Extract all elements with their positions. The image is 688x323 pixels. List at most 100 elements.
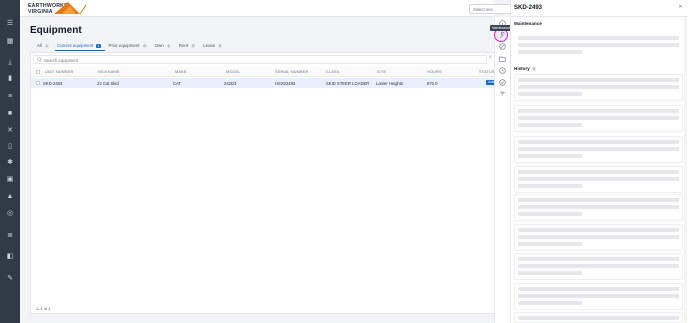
skeleton-line xyxy=(518,109,679,113)
cell-site: Lanier Heights xyxy=(376,81,404,86)
column-header[interactable]: HOURS xyxy=(427,70,442,74)
skeleton-line xyxy=(518,85,679,89)
skeleton-line xyxy=(518,242,582,246)
wrench-nav-icon[interactable]: ✎ xyxy=(6,275,14,282)
search-input[interactable] xyxy=(44,57,244,63)
tab-label: Current equipment xyxy=(57,43,94,48)
download-icon[interactable]: ⤓ xyxy=(6,59,14,66)
document-icon[interactable]: ▯ xyxy=(6,143,14,150)
chart-icon[interactable]: ▮ xyxy=(6,75,14,82)
drawer-scrollbar[interactable] xyxy=(684,17,687,323)
section-label: History xyxy=(514,66,530,71)
calendar-icon[interactable]: ▣ xyxy=(6,176,14,183)
skeleton-line xyxy=(518,116,679,120)
menu-icon[interactable]: ☰ xyxy=(6,20,14,27)
drawer-divider xyxy=(511,16,688,17)
skeleton-line xyxy=(518,170,679,174)
book-icon[interactable]: ◧ xyxy=(6,253,14,260)
check-circle-icon[interactable] xyxy=(499,79,506,86)
tab-count: 1 xyxy=(166,43,171,48)
skeleton-line xyxy=(518,140,679,144)
reports-icon[interactable]: ≣ xyxy=(6,232,14,239)
info-circle-icon[interactable]: ◎ xyxy=(6,210,14,217)
top-header: EARTHWORKS VIRGINIA Select one xyxy=(20,0,515,17)
skeleton-line xyxy=(518,43,679,47)
column-header[interactable]: MAKE xyxy=(175,70,187,74)
tab-rent[interactable]: Rent 0 xyxy=(177,42,201,51)
maintenance-section-title: Maintenance xyxy=(514,21,542,26)
tab-current-equipment[interactable]: Current equipment 1 xyxy=(55,42,107,51)
tab-lease[interactable]: Lease 0 xyxy=(201,42,228,51)
tab-all[interactable]: All 1 xyxy=(35,42,55,51)
tab-label: Rent xyxy=(178,43,189,48)
column-header[interactable]: MODEL xyxy=(226,70,241,74)
skeleton-line xyxy=(518,212,582,216)
skeleton-line xyxy=(518,147,679,151)
select-all-checkbox[interactable] xyxy=(36,70,40,74)
cell-unit-number: SKD-2493 xyxy=(43,81,63,86)
user-icon[interactable]: ▲ xyxy=(6,193,14,200)
search-box[interactable] xyxy=(33,55,487,64)
column-header[interactable]: CLASS xyxy=(326,70,339,74)
history-icon[interactable] xyxy=(499,67,506,74)
column-header[interactable]: SITE xyxy=(377,70,386,74)
skeleton-line xyxy=(518,301,582,305)
column-header[interactable]: UNIT NUMBER xyxy=(45,70,74,74)
company-select[interactable]: Select one xyxy=(469,4,515,14)
equipment-table-card: S UNIT NUMBER NICKNAME MAKE MODEL SERIAL… xyxy=(30,52,503,314)
blocked-icon[interactable] xyxy=(499,43,506,50)
page-title: Equipment xyxy=(30,25,82,36)
close-icon[interactable]: ✕ xyxy=(677,4,684,11)
settings-icon[interactable]: ✱ xyxy=(6,159,14,166)
skeleton-line xyxy=(518,154,582,158)
column-header[interactable]: SERIAL NUMBER xyxy=(275,70,308,74)
logo-mountain-icon xyxy=(54,2,87,15)
drawer-icon-strip xyxy=(494,17,510,323)
skeleton-line xyxy=(518,184,582,188)
left-nav-rail: ☰ ▦ ⤓ ▮ ≡ ■ ✕ ▯ ✱ ▣ ▲ ◎ ≣ ◧ ✎ xyxy=(0,0,20,323)
tab-label: Lease xyxy=(203,43,216,48)
filter-button[interactable]: S xyxy=(489,55,492,59)
history-count: 0 xyxy=(531,67,536,71)
cell-model: 242D3 xyxy=(224,81,237,86)
skeleton-line xyxy=(518,50,582,54)
table-header: UNIT NUMBER NICKNAME MAKE MODEL SERIAL N… xyxy=(31,67,496,77)
skeleton-line xyxy=(518,294,679,298)
row-checkbox[interactable] xyxy=(36,81,40,85)
cell-hours: 670.0 xyxy=(427,81,438,86)
company-logo[interactable]: EARTHWORKS VIRGINIA xyxy=(28,1,98,16)
history-section-title: History 0 xyxy=(514,66,536,71)
section-label: Maintenance xyxy=(514,21,542,26)
skeleton-line xyxy=(518,287,679,291)
equipment-detail-drawer: SKD-2493 ✕ Maintenance History 0 xyxy=(510,0,688,323)
layers-icon[interactable]: ≡ xyxy=(6,93,14,100)
skeleton-line xyxy=(518,123,582,127)
truck-icon[interactable]: ■ xyxy=(6,110,14,117)
cell-class: SKID STEER LOADER xyxy=(326,81,370,86)
dashboard-icon[interactable]: ▦ xyxy=(6,38,14,45)
cell-nickname: 22 Cat Skid xyxy=(97,81,119,86)
tab-label: Prior equipment xyxy=(108,43,140,48)
tools-icon[interactable]: ✕ xyxy=(6,127,14,134)
tab-count: 1 xyxy=(44,43,50,48)
skeleton-line xyxy=(518,264,679,268)
skeleton-line xyxy=(518,271,582,275)
folder-icon[interactable] xyxy=(499,55,506,62)
skeleton-line xyxy=(518,36,679,40)
skeleton-line xyxy=(518,92,582,96)
signal-icon[interactable] xyxy=(499,90,506,97)
pagination-label: 1–1 of 1 xyxy=(36,306,51,311)
tab-label: All xyxy=(37,43,42,48)
tab-count: 0 xyxy=(142,43,147,48)
main-content: Equipment All 1 Current equipment 1 Prior … xyxy=(20,17,503,323)
tab-prior-equipment[interactable]: Prior equipment 0 xyxy=(107,42,153,51)
table-row[interactable]: SKD-2493 22 Cat Skid CAT 242D3 HSX02493 … xyxy=(31,78,503,88)
tab-count: 1 xyxy=(96,43,101,48)
tab-count: 0 xyxy=(218,43,223,48)
tab-own[interactable]: Own 1 xyxy=(153,42,177,51)
icon-tooltip: Maintenance xyxy=(490,25,513,31)
tab-count: 0 xyxy=(191,43,196,48)
column-header[interactable]: STATUS xyxy=(479,70,495,74)
drawer-title: SKD-2493 xyxy=(514,5,543,11)
column-header[interactable]: NICKNAME xyxy=(98,70,120,74)
